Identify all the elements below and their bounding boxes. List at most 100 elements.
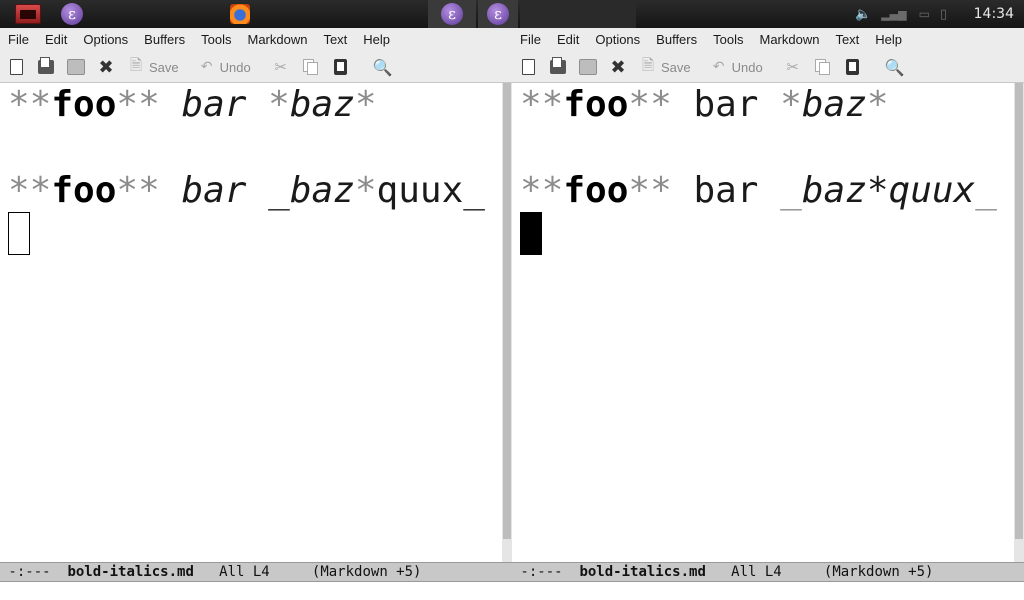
taskbar-emacs-window-1[interactable]: ε [428,0,476,28]
close-icon: ✖ [98,56,114,78]
plain-text: bar [693,84,759,125]
menu-text[interactable]: Text [827,28,867,52]
bold-text: foo [563,84,629,125]
save-button[interactable]: 🗎 Save [638,52,691,82]
italic-markup: * [354,84,377,125]
italic-markup: * [866,84,889,125]
bold-markup: ** [628,84,672,125]
bold-markup: ** [116,170,160,211]
menu-options[interactable]: Options [587,28,648,52]
clock[interactable]: 14:34 [974,0,1014,28]
battery-icon[interactable]: ▭ [919,7,930,21]
close-icon: ✖ [610,56,626,78]
italic-text: bar [181,170,247,211]
scrollbar-thumb[interactable] [1015,83,1023,539]
search-button[interactable]: 🔍 [373,52,393,82]
taskbar-emacs-window-2[interactable]: ε [478,0,518,28]
taskbar-terminal[interactable] [0,0,56,28]
menu-tools[interactable]: Tools [193,28,239,52]
scissors-icon: ✂ [274,58,287,76]
italic-markup: * [780,84,802,125]
tool-bar: ✖ 🗎 Save ↶ Undo ✂ 🔍 [0,52,512,83]
drawer-icon [578,57,598,77]
dired-button[interactable] [66,52,86,82]
emacs-icon: ε [441,3,463,25]
terminal-icon [15,4,41,24]
clipboard-icon[interactable]: ▯ [940,7,947,22]
buffer-line-1: **foo** bar *baz* [520,83,889,127]
italic-text: _baz [268,170,355,211]
plain-text: quux_ [376,170,485,211]
emacs-icon: ε [61,3,83,25]
bold-text: foo [51,170,117,211]
emacs-frame-left: File Edit Options Buffers Tools Markdown… [0,28,512,600]
network-icon[interactable]: ▂▄▆ [881,8,906,21]
save-button[interactable]: 🗎 Save [126,52,179,82]
copy-button[interactable] [813,52,833,82]
menu-buffers[interactable]: Buffers [136,28,193,52]
modeline-mode[interactable]: (Markdown +5) [312,564,422,580]
minibuffer[interactable] [0,582,512,600]
italic-text: bar [181,84,247,125]
new-file-button[interactable] [518,52,538,82]
menu-bar: File Edit Options Buffers Tools Markdown… [512,28,1024,52]
close-buffer-button[interactable]: ✖ [608,52,628,82]
menu-buffers[interactable]: Buffers [648,28,705,52]
bold-markup: ** [520,170,564,211]
bold-markup: ** [8,170,52,211]
save-icon: 🗎 [641,55,655,74]
menu-markdown[interactable]: Markdown [239,28,315,52]
minibuffer[interactable] [512,582,1024,600]
vertical-scrollbar[interactable] [1014,83,1024,564]
italic-text: baz*quux [801,170,976,211]
modeline-buffer-name[interactable]: bold-italics.md [67,564,193,580]
new-file-button[interactable] [6,52,26,82]
undo-button[interactable]: ↶ Undo [197,52,251,82]
paste-icon [331,57,351,77]
vertical-scrollbar[interactable] [502,83,512,564]
dired-button[interactable] [578,52,598,82]
buffer-text-area[interactable]: **foo** bar *baz* **foo** bar _baz*quux_ [0,83,500,564]
drawer-icon [66,57,86,77]
modeline-status: -:--- [512,564,580,580]
menu-text[interactable]: Text [315,28,355,52]
copy-button[interactable] [301,52,321,82]
volume-icon[interactable]: 🔈 [855,7,871,22]
menu-markdown[interactable]: Markdown [751,28,827,52]
italic-text: baz [289,84,355,125]
menu-tools[interactable]: Tools [705,28,751,52]
bold-text: foo [51,84,117,125]
modeline-status: -:--- [0,564,68,580]
menu-edit[interactable]: Edit [549,28,587,52]
scrollbar-thumb[interactable] [503,83,511,539]
open-file-button[interactable] [36,52,56,82]
taskbar-firefox[interactable] [226,0,254,28]
close-buffer-button[interactable]: ✖ [96,52,116,82]
taskbar-emacs[interactable]: ε [56,0,88,28]
paste-button[interactable] [843,52,863,82]
menu-options[interactable]: Options [75,28,136,52]
menu-file[interactable]: File [0,28,37,52]
menu-file[interactable]: File [512,28,549,52]
undo-button[interactable]: ↶ Undo [709,52,763,82]
text-cursor [520,212,542,255]
search-button[interactable]: 🔍 [885,52,905,82]
cut-button[interactable]: ✂ [783,52,803,82]
menu-edit[interactable]: Edit [37,28,75,52]
open-file-button[interactable] [548,52,568,82]
cut-button[interactable]: ✂ [271,52,291,82]
mode-line: -:--- bold-italics.md All L4 (Markdown +… [0,562,512,582]
text-cursor [8,212,30,255]
modeline-mode[interactable]: (Markdown +5) [824,564,934,580]
menu-help[interactable]: Help [867,28,910,52]
modeline-buffer-name[interactable]: bold-italics.md [579,564,705,580]
buffer-line-1: **foo** bar *baz* [8,83,377,127]
folder-icon [548,57,568,77]
menu-help[interactable]: Help [355,28,398,52]
paste-button[interactable] [331,52,351,82]
buffer-text-area[interactable]: **foo** bar *baz* **foo** bar _baz*quux_ [512,83,1014,564]
